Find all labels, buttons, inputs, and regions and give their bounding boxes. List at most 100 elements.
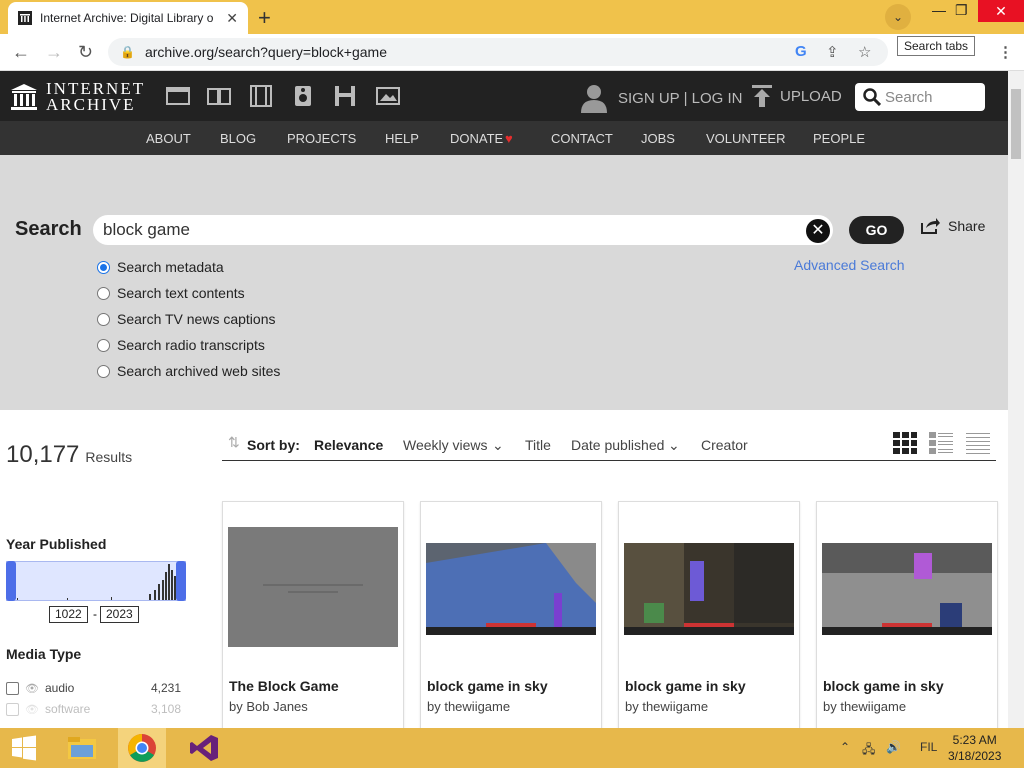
go-button[interactable]: GO <box>849 216 904 244</box>
advanced-search-link[interactable]: Advanced Search <box>794 257 905 273</box>
visual-studio-button[interactable] <box>180 728 228 768</box>
share-page-icon[interactable]: ⇪ <box>826 43 839 61</box>
tile-title[interactable]: block game in sky <box>427 678 548 694</box>
nav-blog[interactable]: BLOG <box>220 131 256 146</box>
header-search-input[interactable]: Search <box>855 83 985 111</box>
nav-volunteer[interactable]: VOLUNTEER <box>706 131 785 146</box>
facet-software[interactable]: 👁 software 3,108 <box>6 702 181 716</box>
radio-button[interactable] <box>97 260 110 274</box>
sort-bar: ⇅ Sort by: Relevance Weekly views ⌄ Titl… <box>222 430 996 461</box>
close-window-icon[interactable]: ✕ <box>978 0 1024 22</box>
images-icon[interactable] <box>375 84 401 108</box>
heart-icon: ♥ <box>505 131 513 146</box>
nav-help[interactable]: HELP <box>385 131 419 146</box>
radio-button[interactable] <box>97 286 110 300</box>
year-range-end-handle[interactable] <box>176 561 186 601</box>
nav-contact[interactable]: CONTACT <box>551 131 613 146</box>
share-label: Share <box>948 218 986 234</box>
sort-direction-icon[interactable]: ⇅ <box>228 434 240 451</box>
show-hidden-icons-icon[interactable]: ⌃ <box>840 740 850 754</box>
tile-title[interactable]: block game in sky <box>625 678 746 694</box>
volume-icon[interactable]: 🔊 <box>886 740 901 754</box>
web-icon[interactable] <box>165 84 191 108</box>
radio-tv-captions[interactable]: Search TV news captions <box>97 311 276 327</box>
network-icon[interactable]: 🖧 <box>862 740 875 761</box>
page-scrollbar[interactable] <box>1008 71 1024 728</box>
sort-title[interactable]: Title <box>525 437 551 453</box>
tile-creator: by thewiigame <box>625 699 709 714</box>
radio-button[interactable] <box>97 338 110 352</box>
compact-list-view-icon[interactable] <box>965 431 991 455</box>
new-tab-icon[interactable]: + <box>258 5 271 31</box>
share-button[interactable]: Share <box>920 217 985 235</box>
bookmark-star-icon[interactable]: ☆ <box>858 43 871 61</box>
taskbar: ⌃ 🖧 🔊 FIL 5:23 AM 3/18/2023 <box>0 728 1024 768</box>
year-to-input[interactable]: 2023 <box>100 606 139 623</box>
texts-icon[interactable] <box>206 84 232 108</box>
radio-text-contents[interactable]: Search text contents <box>97 285 245 301</box>
language-indicator[interactable]: FIL <box>920 740 937 754</box>
year-range-start-handle[interactable] <box>6 561 16 601</box>
tile-thumbnail <box>822 543 992 635</box>
radio-label: Search archived web sites <box>117 363 281 379</box>
upload-link[interactable]: UPLOAD <box>752 85 842 107</box>
chrome-button[interactable] <box>118 728 166 768</box>
nav-jobs[interactable]: JOBS <box>641 131 675 146</box>
tab-close-icon[interactable]: ✕ <box>226 10 238 27</box>
nav-about[interactable]: ABOUT <box>146 131 191 146</box>
tab-search-icon[interactable]: ⌄ <box>885 4 911 30</box>
restore-icon[interactable]: ❐ <box>955 2 968 19</box>
tile-view-icon[interactable] <box>892 431 918 455</box>
radio-button[interactable] <box>97 312 110 326</box>
google-icon[interactable]: G <box>795 43 807 60</box>
radio-metadata[interactable]: Search metadata <box>97 259 224 275</box>
nav-donate[interactable]: DONATE <box>450 131 503 146</box>
result-tile[interactable]: block game in sky by thewiigame <box>420 501 602 731</box>
file-explorer-button[interactable] <box>58 728 106 768</box>
url-bar[interactable]: 🔒 archive.org/search?query=block+game <box>108 38 888 66</box>
result-tile[interactable]: block game in sky by thewiigame <box>816 501 998 731</box>
browser-tab[interactable]: Internet Archive: Digital Library o ✕ <box>8 2 248 34</box>
year-from-input[interactable]: 1022 <box>49 606 88 623</box>
media-type-heading: Media Type <box>6 646 82 662</box>
results-label: Results <box>85 449 133 465</box>
radio-label: Search metadata <box>117 259 224 275</box>
facet-checkbox[interactable] <box>6 702 19 716</box>
audio-icon[interactable] <box>290 84 316 108</box>
sort-weekly-views[interactable]: Weekly views <box>403 437 488 453</box>
list-detail-view-icon[interactable] <box>928 431 954 455</box>
eye-icon[interactable]: 👁 <box>25 682 39 695</box>
clock-time: 5:23 AM <box>952 733 997 747</box>
facet-checkbox[interactable] <box>6 681 19 695</box>
clear-search-icon[interactable]: ✕ <box>806 219 830 243</box>
sort-label: Sort by: <box>247 437 300 453</box>
video-icon[interactable] <box>248 84 274 108</box>
facet-audio[interactable]: 👁 audio 4,231 <box>6 681 181 695</box>
search-input[interactable]: block game <box>93 215 833 245</box>
ia-logo[interactable]: INTERNET ARCHIVE <box>10 80 145 113</box>
signin-link[interactable]: SIGN UP | LOG IN <box>580 83 742 113</box>
browser-menu-icon[interactable]: ⋮ <box>998 43 1013 61</box>
start-button[interactable] <box>0 728 48 768</box>
reload-icon[interactable]: ↻ <box>78 42 93 63</box>
nav-projects[interactable]: PROJECTS <box>287 131 356 146</box>
url-text: archive.org/search?query=block+game <box>144 44 387 60</box>
result-tile[interactable]: The Block Game by Bob Janes <box>222 501 404 731</box>
software-icon[interactable] <box>332 84 358 108</box>
result-tile[interactable]: block game in sky by thewiigame <box>618 501 800 731</box>
forward-icon[interactable]: → <box>45 42 63 63</box>
sort-creator[interactable]: Creator <box>701 437 748 453</box>
sort-relevance[interactable]: Relevance <box>314 437 383 453</box>
radio-radio-transcripts[interactable]: Search radio transcripts <box>97 337 265 353</box>
radio-web-sites[interactable]: Search archived web sites <box>97 363 280 379</box>
clock[interactable]: 5:23 AM 3/18/2023 <box>948 732 1001 764</box>
nav-people[interactable]: PEOPLE <box>813 131 865 146</box>
eye-icon[interactable]: 👁 <box>25 703 39 716</box>
sort-date-published[interactable]: Date published <box>571 437 664 453</box>
tile-title[interactable]: The Block Game <box>229 678 339 694</box>
minimize-icon[interactable]: — <box>932 2 946 18</box>
radio-button[interactable] <box>97 364 110 378</box>
back-icon[interactable]: ← <box>12 42 30 63</box>
tile-title[interactable]: block game in sky <box>823 678 944 694</box>
scrollbar-thumb[interactable] <box>1011 89 1021 159</box>
